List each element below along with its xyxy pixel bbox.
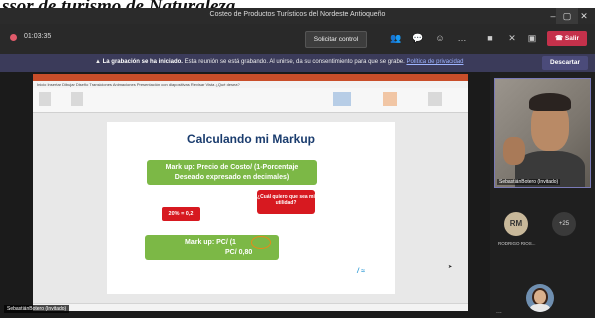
close-window-button[interactable]: ✕: [573, 8, 595, 24]
shared-powerpoint: Inicio Insertar Dibujar Diseño Transicio…: [33, 74, 468, 311]
more-participants-button[interactable]: +25: [552, 212, 576, 236]
recording-icon: [10, 34, 17, 41]
designer-icon: [428, 92, 442, 106]
formula-box: Mark up: Precio de Costo/ (1-Porcentaje …: [147, 160, 317, 185]
banner-bold: La grabación se ha iniciado.: [102, 59, 183, 65]
more-actions-icon[interactable]: …: [456, 32, 468, 44]
avatar[interactable]: RM: [504, 212, 528, 236]
banner-message: ▲ La grabación se ha iniciado. Esta reun…: [95, 59, 464, 65]
dismiss-banner-button[interactable]: Descartar: [542, 56, 588, 70]
percent-box: 20% = 0,2: [162, 207, 200, 221]
more-options-icon[interactable]: ...: [496, 308, 502, 315]
ppt-status-bar: [33, 303, 468, 311]
warning-icon: ▲: [95, 59, 103, 65]
camera-icon[interactable]: ■: [484, 32, 496, 44]
paste-icon: [39, 92, 51, 106]
title-bar: Costeo de Productos Turísticos del Norde…: [0, 8, 595, 24]
self-body: [530, 304, 550, 312]
mouse-cursor-icon: ➤: [448, 264, 453, 270]
new-slide-icon: [71, 92, 83, 106]
calc-line-1: Mark up: PC/ (1: [185, 239, 236, 246]
person-hand: [503, 137, 525, 165]
self-preview[interactable]: [526, 284, 554, 312]
share-icon[interactable]: ▣: [526, 32, 538, 44]
slide-logo: / ≈: [357, 268, 365, 275]
ppt-menu-bar: Inicio Insertar Dibujar Diseño Transicio…: [33, 81, 468, 88]
slide-canvas: Calculando mi Markup Mark up: Precio de …: [107, 122, 395, 294]
participants-panel: SebastiánBotero (Invitado) RM RODRIGO RI…: [490, 72, 595, 318]
calc-line-2: PC/ 0,80: [225, 249, 253, 256]
meeting-toolbar: 01:03:35 Solicitar control 👥 💬 ☺ … ■ ✕ ▣…: [0, 24, 595, 54]
window-title: Costeo de Productos Turísticos del Norde…: [209, 11, 386, 18]
ppt-titlebar: [33, 74, 468, 81]
annotation-circle: [251, 236, 271, 249]
formula-line-1: Mark up: Precio de Costo/ (1-Porcentaje: [165, 164, 299, 171]
shared-screen-stage: Inicio Insertar Dibujar Diseño Transicio…: [0, 72, 490, 318]
recording-banner: ▲ La grabación se ha iniciado. Esta reun…: [0, 54, 595, 72]
video-name-label: SebastiánBotero (Invitado): [497, 179, 561, 185]
reactions-icon[interactable]: ☺: [434, 32, 446, 44]
participant-name: RODRIGO RIOS...: [498, 241, 536, 246]
phone-icon: ☎: [555, 35, 565, 42]
self-face: [534, 290, 546, 304]
teams-window: Costeo de Productos Turísticos del Norde…: [0, 8, 595, 318]
arrange-icon: [383, 92, 397, 106]
calculation-box: Mark up: PC/ (1 PC/ 0,80: [145, 235, 279, 260]
mic-off-icon[interactable]: ✕: [506, 32, 518, 44]
privacy-link[interactable]: Política de privacidad: [406, 59, 463, 65]
person-hair: [529, 93, 571, 111]
leave-label: Salir: [564, 35, 579, 42]
formula-line-2: Deseado expresado en decimales): [174, 174, 290, 181]
leave-button[interactable]: ☎ Salir: [547, 31, 587, 46]
slide-title: Calculando mi Markup: [186, 132, 316, 146]
shapes-icon: [333, 92, 351, 106]
banner-body: Esta reunión se está grabando. Al unirse…: [182, 59, 407, 65]
utility-callout: ¿Cuál quiero que sea mi utilidad?: [257, 190, 315, 214]
presenter-name-tag: SebastiánBotero (Invitado): [4, 305, 70, 313]
chat-icon[interactable]: 💬: [412, 32, 424, 44]
participants-icon[interactable]: 👥: [390, 32, 402, 44]
participant-video[interactable]: SebastiánBotero (Invitado): [494, 78, 591, 188]
ppt-ribbon: [33, 88, 468, 113]
request-control-button[interactable]: Solicitar control: [305, 31, 367, 48]
meeting-timer: 01:03:35: [24, 33, 52, 40]
